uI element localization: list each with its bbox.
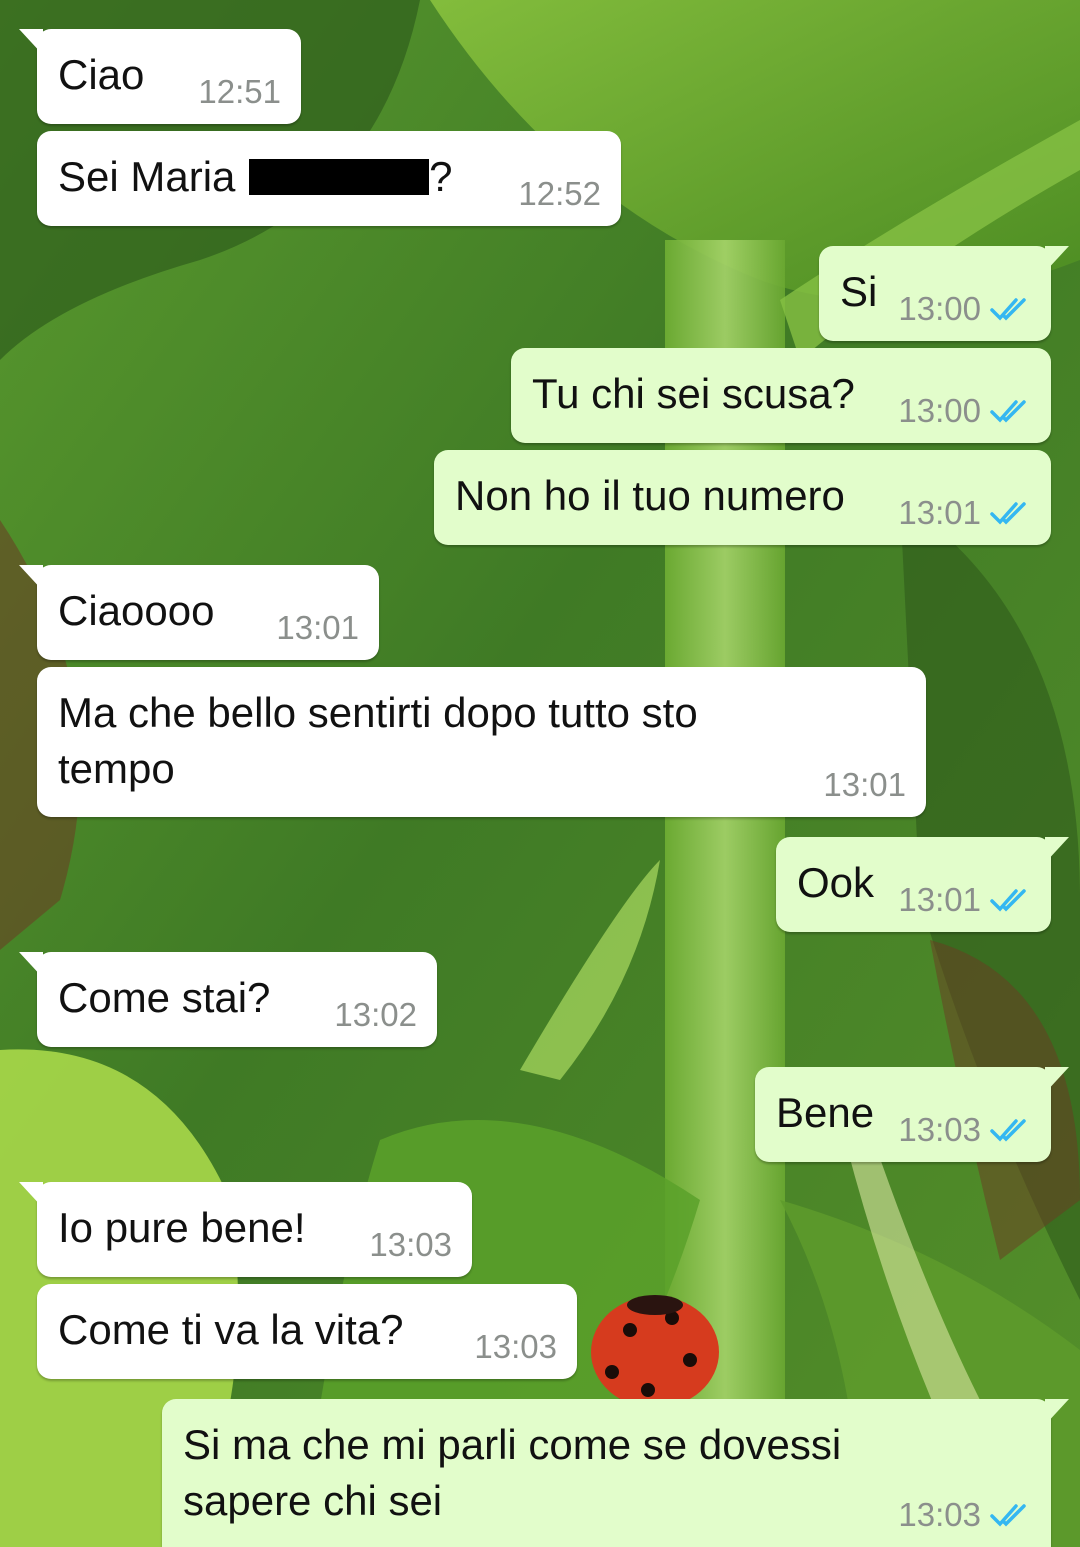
bubble-tail-icon xyxy=(19,952,43,978)
incoming-message[interactable]: Come stai? 13:02 xyxy=(19,952,437,1047)
bubble-tail-icon xyxy=(1045,1399,1069,1425)
message-text: Come stai? xyxy=(58,974,271,1021)
message-text: Bene xyxy=(776,1089,875,1136)
message-time: 13:03 xyxy=(474,1328,557,1365)
double-check-read-icon xyxy=(990,298,1026,321)
message-text: Sei Maria ? xyxy=(58,153,453,200)
outgoing-message[interactable]: Tu chi sei scusa? 13:00 xyxy=(511,348,1051,443)
message-time: 13:03 xyxy=(898,1496,981,1533)
message-text: Ook xyxy=(797,859,875,906)
message-time: 13:03 xyxy=(369,1226,452,1263)
bubble-tail-icon xyxy=(19,29,43,55)
incoming-message[interactable]: Come ti va la vita? 13:03 xyxy=(37,1284,577,1379)
outgoing-message[interactable]: Ook 13:01 xyxy=(776,837,1069,932)
double-check-read-icon xyxy=(990,1119,1026,1142)
message-time: 13:01 xyxy=(898,881,981,918)
incoming-message[interactable]: Ciao 12:51 xyxy=(19,29,301,124)
message-text: Ciao xyxy=(58,51,145,98)
double-check-read-icon xyxy=(990,502,1026,525)
message-text: Ciaoooo xyxy=(58,587,215,634)
message-time: 12:52 xyxy=(518,175,601,212)
message-text: Come ti va la vita? xyxy=(58,1306,404,1353)
chat-message-list[interactable]: Ciao 12:51 Sei Maria ? 12:52 Si 13:00 Tu… xyxy=(0,0,1080,1547)
outgoing-message[interactable]: Si ma che mi parli come se dovessi saper… xyxy=(162,1399,1069,1547)
bubble-tail-icon xyxy=(1045,1067,1069,1093)
incoming-message[interactable]: Ma che bello sentirti dopo tutto sto tem… xyxy=(37,667,926,817)
outgoing-message[interactable]: Bene 13:03 xyxy=(755,1067,1069,1162)
message-time: 13:01 xyxy=(276,609,359,646)
outgoing-message[interactable]: Si 13:00 xyxy=(819,246,1069,341)
bubble-tail-icon xyxy=(19,1182,43,1208)
message-text: Si xyxy=(840,268,878,315)
double-check-read-icon xyxy=(990,889,1026,912)
incoming-message[interactable]: Io pure bene! 13:03 xyxy=(19,1182,472,1277)
message-time: 13:01 xyxy=(823,766,906,803)
bubble-tail-icon xyxy=(1045,837,1069,863)
message-time: 13:01 xyxy=(898,494,981,531)
incoming-message[interactable]: Sei Maria ? 12:52 xyxy=(37,131,621,226)
message-text: Si ma che mi parli come se dovessi saper… xyxy=(183,1421,842,1524)
message-text: Tu chi sei scusa? xyxy=(532,370,855,417)
message-text: Ma che bello sentirti dopo tutto sto tem… xyxy=(58,689,698,792)
bubble-tail-icon xyxy=(19,565,43,591)
message-time: 13:03 xyxy=(898,1111,981,1148)
bubble-tail-icon xyxy=(1045,246,1069,272)
message-time: 13:00 xyxy=(898,290,981,327)
redacted-name-block xyxy=(249,159,430,195)
outgoing-message[interactable]: Non ho il tuo numero 13:01 xyxy=(434,450,1051,545)
incoming-message[interactable]: Ciaoooo 13:01 xyxy=(19,565,379,660)
message-time: 13:02 xyxy=(334,996,417,1033)
message-text: Non ho il tuo numero xyxy=(455,472,845,519)
double-check-read-icon xyxy=(990,400,1026,423)
message-time: 13:00 xyxy=(898,392,981,429)
double-check-read-icon xyxy=(990,1504,1026,1527)
message-text: Io pure bene! xyxy=(58,1204,306,1251)
message-time: 12:51 xyxy=(198,73,281,110)
